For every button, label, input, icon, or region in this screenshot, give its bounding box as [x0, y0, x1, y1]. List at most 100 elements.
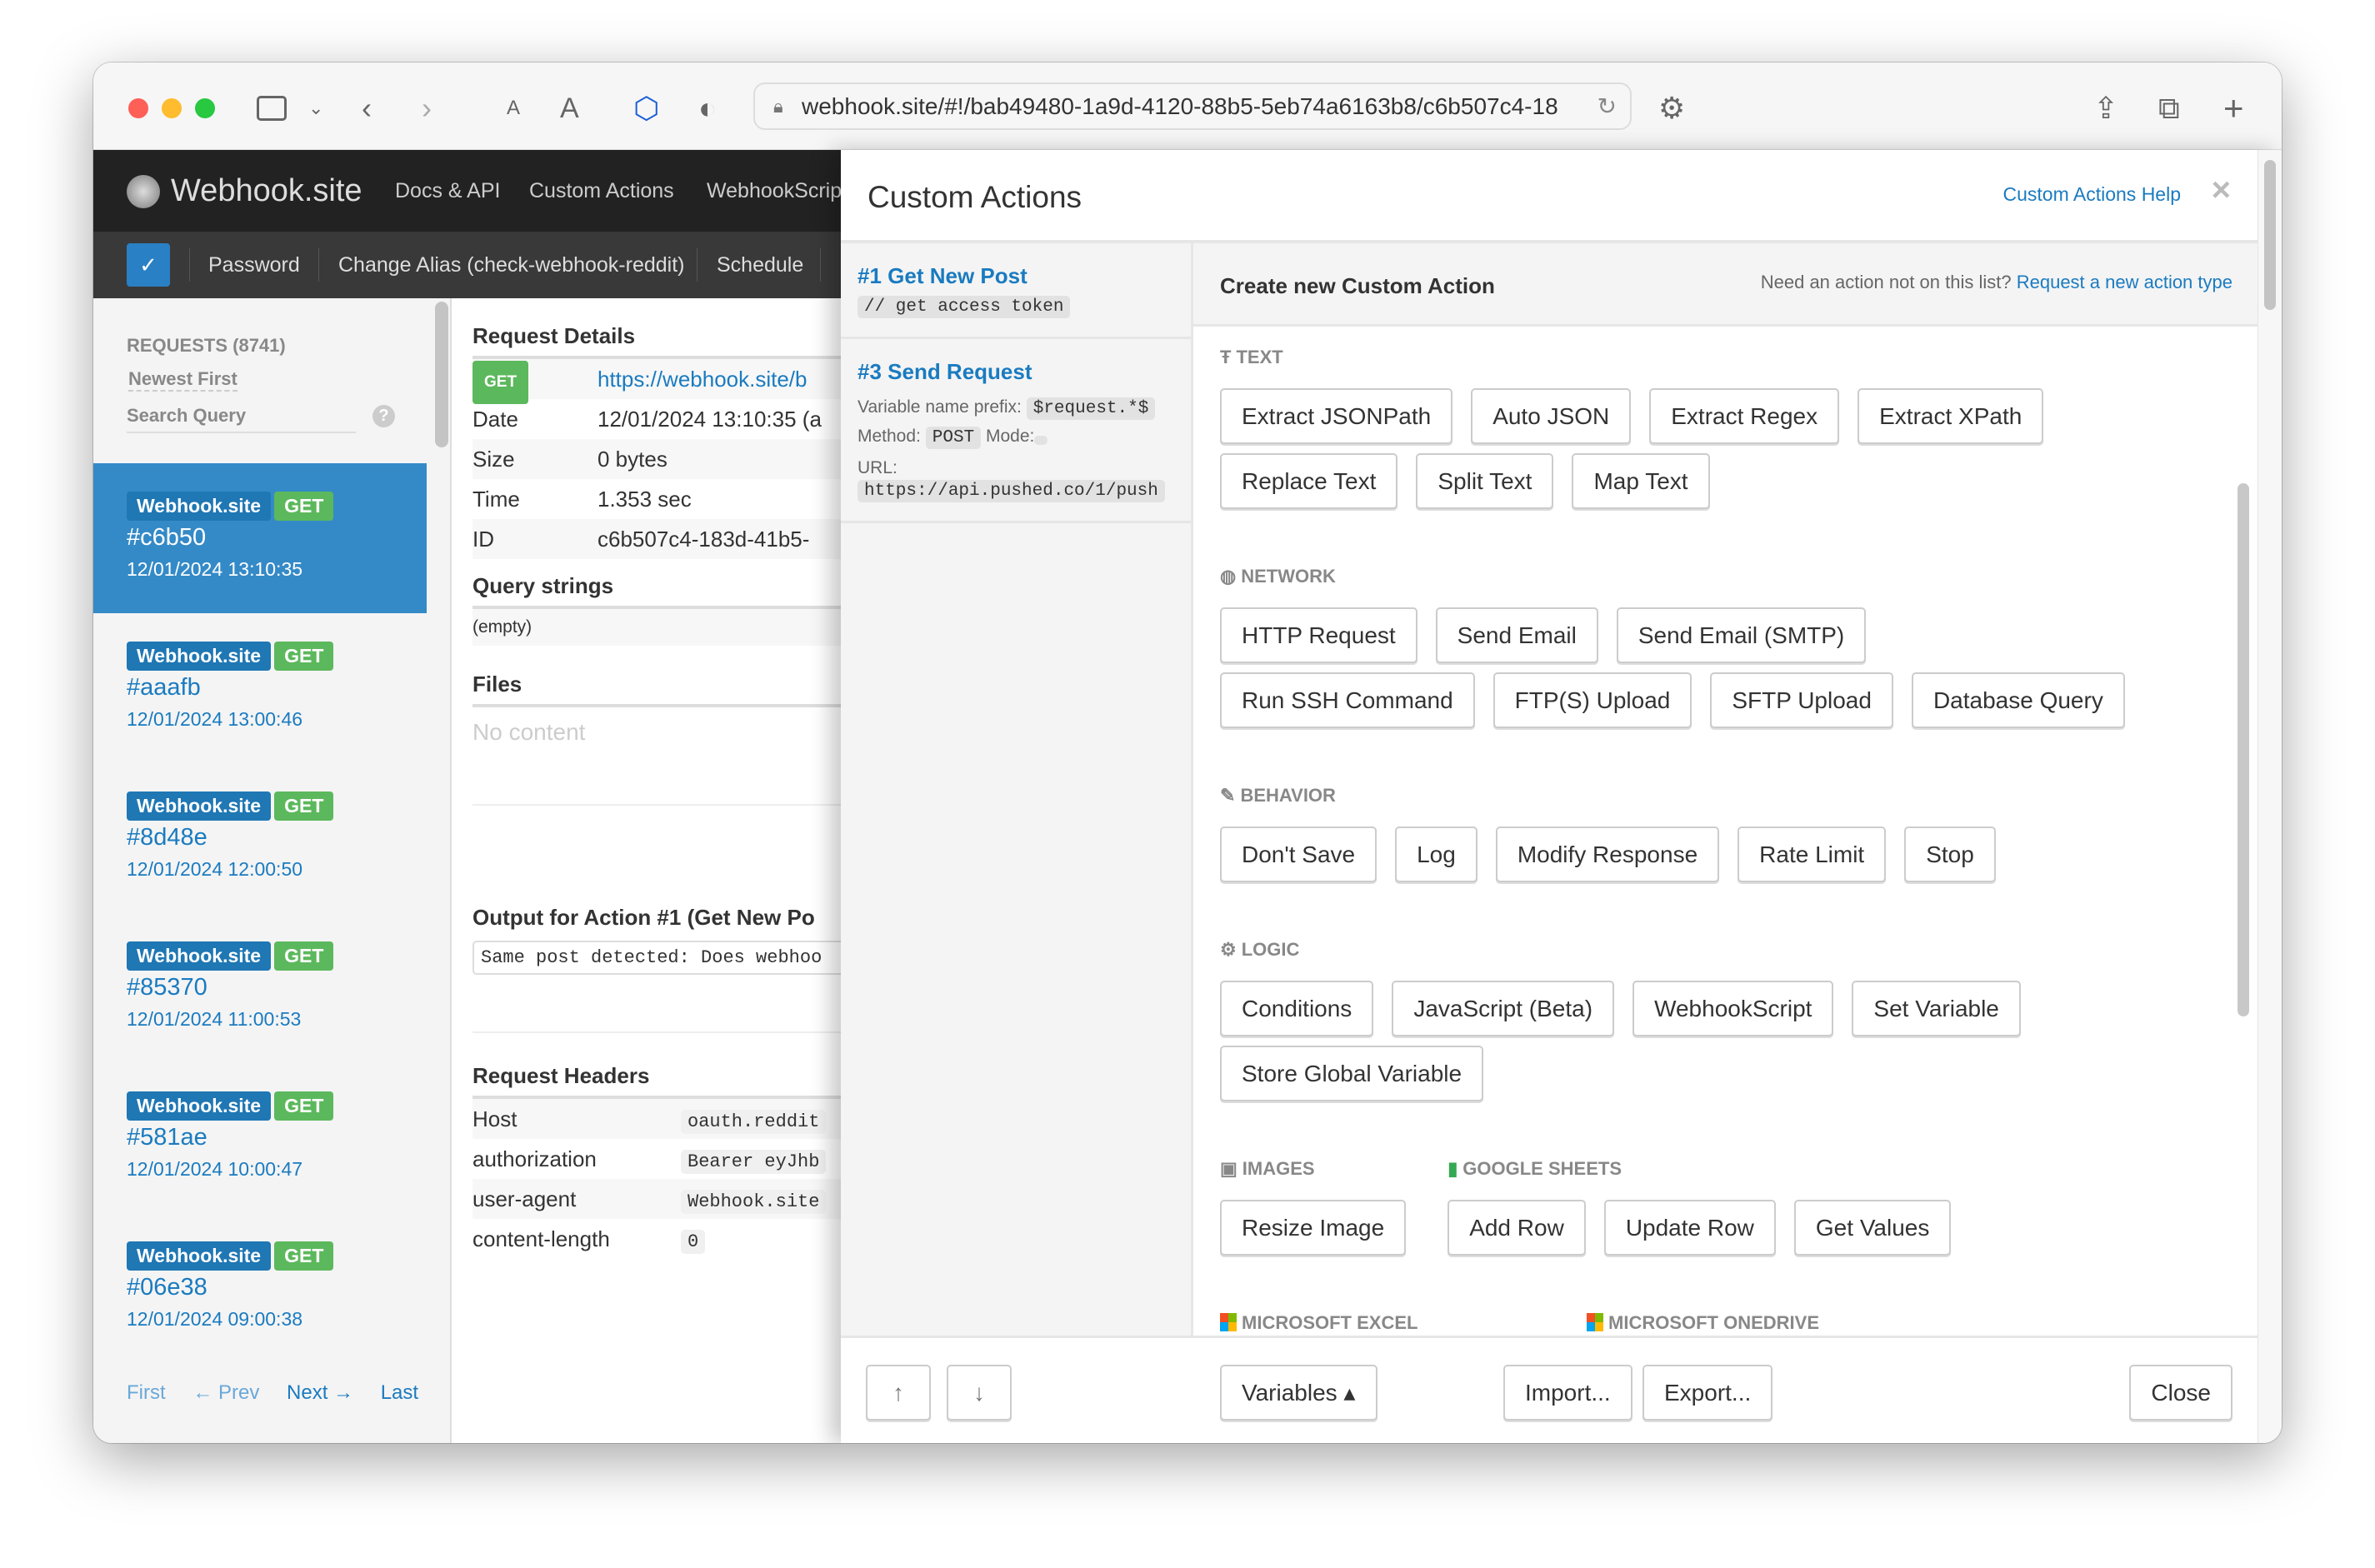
request-list-item[interactable]: Webhook.site GET #8d48e 12/01/2024 12:00:…: [93, 763, 427, 913]
detail-key: Time: [472, 487, 520, 512]
action-type-button[interactable]: Replace Text: [1220, 453, 1398, 509]
action-type-button[interactable]: Modify Response: [1495, 826, 1720, 882]
password-link[interactable]: Password: [208, 232, 300, 298]
nav-webhookscript[interactable]: WebhookScript: [707, 150, 848, 232]
action-type-button[interactable]: WebhookScript: [1632, 981, 1834, 1036]
request-list-item[interactable]: Webhook.site GET #c6b50 12/01/2024 13:10:…: [93, 463, 427, 613]
action-type-button[interactable]: SFTP Upload: [1710, 672, 1893, 728]
next-page-link[interactable]: Next →: [287, 1381, 353, 1404]
header-value: Bearer eyJhb: [681, 1150, 827, 1174]
minimize-window-button[interactable]: [162, 98, 182, 118]
action-type-button[interactable]: Extract JSONPath: [1220, 388, 1453, 444]
section-label: GOOGLE SHEETS: [1462, 1158, 1622, 1179]
action-title[interactable]: #3 Send Request: [858, 359, 1174, 385]
request-list-item[interactable]: Webhook.site GET #aaafb 12/01/2024 13:00:…: [93, 613, 427, 763]
mode-label: Mode:: [986, 427, 1035, 446]
sidebar-icon[interactable]: [257, 96, 287, 121]
action-type-button[interactable]: Add Row: [1448, 1200, 1586, 1256]
source-badge: Webhook.site: [127, 791, 272, 821]
detail-key: ID: [472, 527, 494, 552]
action-type-button[interactable]: HTTP Request: [1220, 607, 1418, 663]
nav-custom-actions[interactable]: Custom Actions: [529, 150, 674, 232]
move-down-button[interactable]: ↓: [947, 1365, 1012, 1421]
browser-window: ⌄ ‹ › A A ⬡ ◐ 🔒︎ webhook.site/#!/bab4948…: [93, 62, 2282, 1443]
prev-page-link[interactable]: ← Prev: [192, 1381, 259, 1404]
close-icon[interactable]: ×: [2212, 172, 2231, 209]
new-tab-icon[interactable]: +: [2223, 87, 2244, 129]
action-type-button[interactable]: Set Variable: [1852, 981, 2021, 1036]
checkbox-toggle[interactable]: ✓: [127, 243, 170, 287]
section-label: MICROSOFT ONEDRIVE: [1608, 1312, 1820, 1333]
action-item[interactable]: #3 Send Request Variable name prefix: $r…: [841, 339, 1191, 523]
sort-select[interactable]: Newest First: [128, 368, 238, 392]
close-button[interactable]: Close: [2129, 1365, 2232, 1421]
header-value: oauth.reddit: [681, 1110, 827, 1134]
export-button[interactable]: Export...: [1642, 1365, 1773, 1421]
action-type-button[interactable]: Store Global Variable: [1220, 1046, 1484, 1101]
action-type-button[interactable]: Send Email: [1435, 607, 1598, 663]
nav-docs-api[interactable]: Docs & API: [395, 150, 500, 232]
request-new-action-link[interactable]: Request a new action type: [2017, 272, 2232, 292]
action-type-button[interactable]: Database Query: [1911, 672, 2125, 728]
close-window-button[interactable]: [128, 98, 148, 118]
action-type-button[interactable]: Stop: [1904, 826, 1996, 882]
source-badge: Webhook.site: [127, 642, 272, 671]
text-larger-icon[interactable]: A: [560, 87, 579, 129]
tabs-icon[interactable]: ⧉: [2158, 87, 2180, 129]
action-type-button[interactable]: Update Row: [1603, 1200, 1776, 1256]
shield-icon[interactable]: ◐: [698, 87, 717, 129]
search-input[interactable]: Search Query: [127, 405, 356, 433]
action-type-button[interactable]: Extract Regex: [1649, 388, 1840, 444]
request-list-item[interactable]: Webhook.site GET #85370 12/01/2024 11:00:…: [93, 913, 427, 1063]
address-bar[interactable]: 🔒︎ webhook.site/#!/bab49480-1a9d-4120-88…: [753, 82, 1632, 130]
action-type-button[interactable]: Map Text: [1572, 453, 1710, 509]
gear-icon[interactable]: ⚙: [1658, 87, 1685, 129]
text-smaller-icon[interactable]: A: [507, 87, 520, 129]
schedule-link[interactable]: Schedule: [717, 232, 803, 298]
move-up-button[interactable]: ↑: [866, 1365, 931, 1421]
extension-icon[interactable]: ⬡: [633, 87, 659, 129]
sidebar-scrollbar[interactable]: [435, 302, 448, 447]
action-type-button[interactable]: JavaScript (Beta): [1392, 981, 1615, 1036]
help-icon[interactable]: ?: [372, 405, 395, 427]
request-list-item[interactable]: Webhook.site GET #06e38 12/01/2024 09:00:…: [93, 1213, 427, 1363]
request-url-link[interactable]: https://webhook.site/b: [598, 359, 807, 399]
action-type-button[interactable]: Log: [1395, 826, 1478, 882]
action-type-button[interactable]: Don't Save: [1220, 826, 1378, 882]
panel-scrollbar-track[interactable]: [2258, 150, 2282, 1443]
google-sheets-icon: ▮: [1448, 1158, 1458, 1179]
variables-button[interactable]: Variables ▴: [1220, 1365, 1378, 1421]
first-page-link[interactable]: First: [127, 1381, 166, 1404]
change-alias-link[interactable]: Change Alias (check-webhook-reddit): [338, 232, 685, 298]
action-type-button[interactable]: Split Text: [1416, 453, 1554, 509]
action-type-button[interactable]: Resize Image: [1220, 1200, 1407, 1256]
microsoft-icon: [1587, 1313, 1603, 1331]
back-icon[interactable]: ‹: [362, 87, 372, 129]
header-key: Host: [472, 1106, 518, 1131]
chevron-down-icon[interactable]: ⌄: [308, 87, 323, 129]
forward-icon[interactable]: ›: [422, 87, 432, 129]
custom-actions-help-link[interactable]: Custom Actions Help: [2003, 183, 2181, 206]
action-title[interactable]: #1 Get New Post: [858, 263, 1174, 289]
action-item[interactable]: #1 Get New Post // get access token: [841, 243, 1191, 339]
url-text: webhook.site/#!/bab49480-1a9d-4120-88b5-…: [802, 93, 1558, 119]
header-key: user-agent: [472, 1186, 577, 1211]
logo-text[interactable]: Webhook.site: [171, 150, 362, 232]
action-type-button[interactable]: Get Values: [1793, 1200, 1952, 1256]
action-type-button[interactable]: Rate Limit: [1738, 826, 1887, 882]
action-type-button[interactable]: FTP(S) Upload: [1492, 672, 1692, 728]
request-list-item[interactable]: Webhook.site GET #581ae 12/01/2024 10:00:…: [93, 1063, 427, 1213]
panel-scrollbar-thumb[interactable]: [2264, 160, 2276, 310]
maximize-window-button[interactable]: [195, 98, 215, 118]
share-icon[interactable]: ⇪: [2093, 87, 2118, 129]
last-page-link[interactable]: Last: [381, 1381, 418, 1404]
action-type-button[interactable]: Auto JSON: [1471, 388, 1632, 444]
content-scrollbar[interactable]: [2238, 483, 2249, 1016]
import-button[interactable]: Import...: [1503, 1365, 1632, 1421]
reload-icon[interactable]: ↻: [1590, 84, 1617, 128]
action-type-button[interactable]: Run SSH Command: [1220, 672, 1475, 728]
action-type-button[interactable]: Send Email (SMTP): [1616, 607, 1867, 663]
action-type-button[interactable]: Extract XPath: [1858, 388, 2044, 444]
action-type-button[interactable]: Conditions: [1220, 981, 1374, 1036]
header-value: Webhook.site: [681, 1190, 827, 1214]
